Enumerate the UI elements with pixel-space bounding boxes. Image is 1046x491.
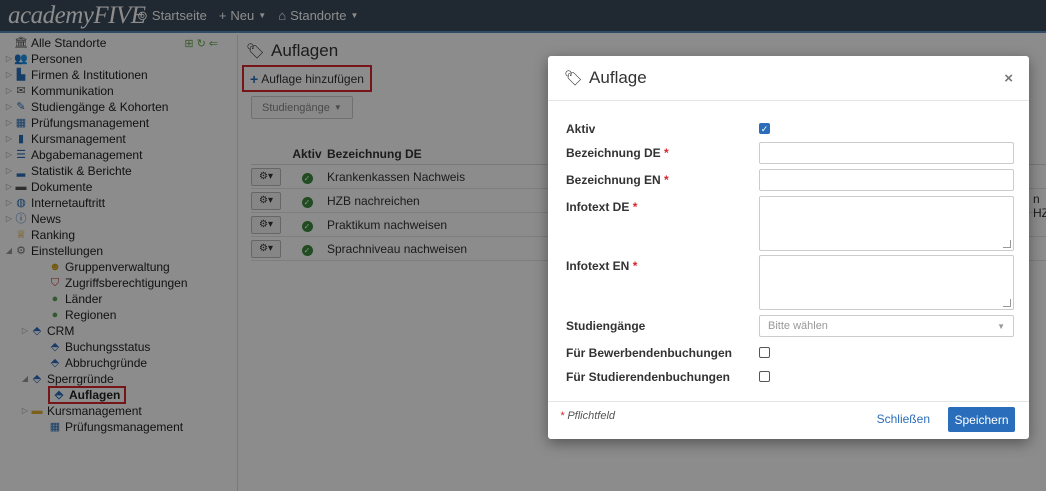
info-en-textarea[interactable]	[759, 255, 1014, 310]
studierende-label: Für Studierendenbuchungen	[566, 370, 730, 384]
bewerber-label: Für Bewerbendenbuchungen	[566, 346, 733, 360]
info-de-label: Infotext DE *	[566, 200, 638, 214]
modal-title-text: Auflage	[589, 68, 647, 87]
close-button[interactable]: Schließen	[877, 412, 930, 426]
field-bez-en: Bezeichnung EN *	[566, 169, 1014, 191]
field-aktiv: Aktiv ✓	[566, 122, 770, 136]
bez-en-input[interactable]	[759, 169, 1014, 191]
field-info-en: Infotext EN *	[566, 255, 1014, 310]
field-studiengaenge: Studiengänge Bitte wählen ▼	[566, 315, 1014, 337]
field-studierende: Für Studierendenbuchungen	[566, 370, 770, 384]
studiengaenge-placeholder: Bitte wählen	[768, 320, 828, 332]
modal-footer: * Pflichtfeld Schließen Speichern	[548, 401, 1029, 439]
aktiv-label: Aktiv	[566, 122, 596, 136]
info-de-textarea[interactable]	[759, 196, 1014, 251]
info-en-label: Infotext EN *	[566, 259, 638, 273]
save-button[interactable]: Speichern	[948, 407, 1015, 432]
auflage-modal: 🏷 Auflage × Aktiv ✓ Bezeichnung DE * Bez…	[548, 56, 1029, 439]
aktiv-checkbox[interactable]: ✓	[759, 123, 770, 134]
studiengaenge-select[interactable]: Bitte wählen ▼	[759, 315, 1014, 337]
field-info-de: Infotext DE *	[566, 196, 1014, 251]
bez-en-label: Bezeichnung EN *	[566, 173, 669, 187]
required-note: * Pflichtfeld	[560, 410, 616, 422]
studiengaenge-label: Studiengänge	[566, 319, 646, 333]
modal-header: 🏷 Auflage ×	[548, 56, 1029, 101]
close-icon[interactable]: ×	[1004, 70, 1013, 87]
field-bewerber: Für Bewerbendenbuchungen	[566, 346, 770, 360]
caret-down-icon: ▼	[997, 321, 1005, 331]
field-bez-de: Bezeichnung DE *	[566, 142, 1014, 164]
modal-title: 🏷 Auflage	[564, 68, 647, 88]
bewerber-checkbox[interactable]	[759, 347, 770, 358]
bez-de-input[interactable]	[759, 142, 1014, 164]
tag-icon: 🏷	[564, 70, 584, 87]
studierende-checkbox[interactable]	[759, 371, 770, 382]
bez-de-label: Bezeichnung DE *	[566, 146, 669, 160]
